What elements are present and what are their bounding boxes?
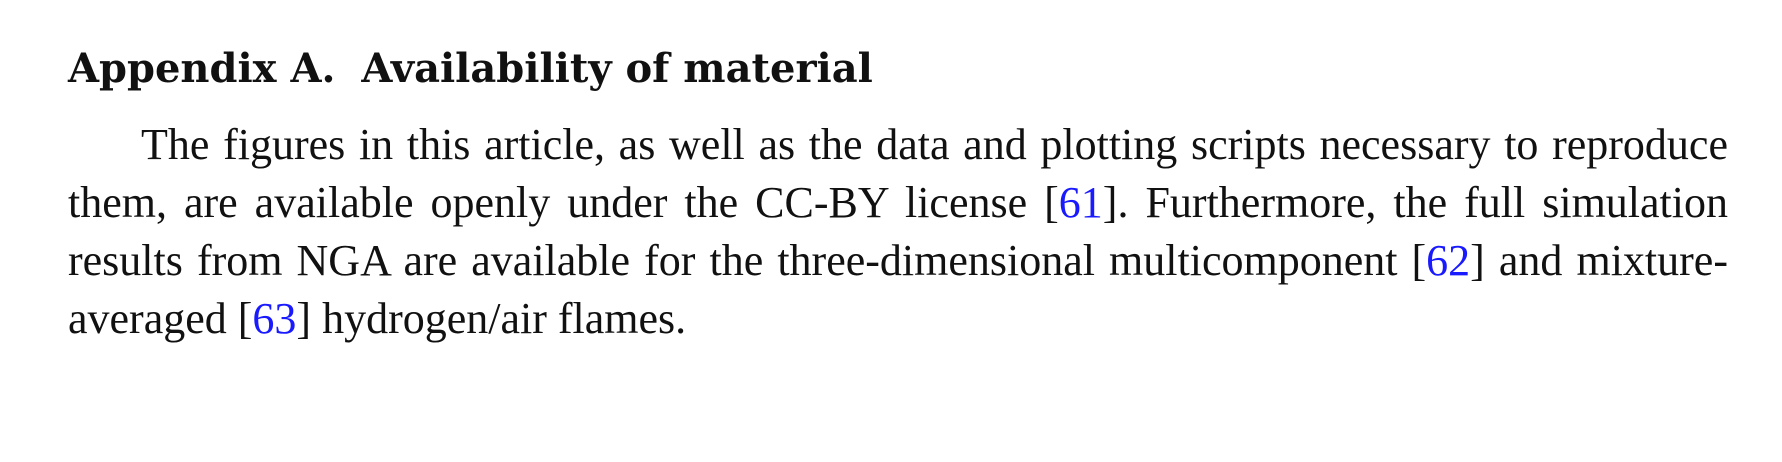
section-heading: Appendix A. Availability of material: [68, 36, 1728, 102]
citation-link-63[interactable]: 63: [252, 294, 296, 343]
paragraph-text-4: ] hydrogen/air flames.: [296, 294, 687, 343]
section-number: Appendix A.: [68, 45, 336, 92]
section-title: Availability of material: [361, 45, 873, 92]
citation-link-61[interactable]: 61: [1059, 178, 1103, 227]
body-paragraph: The figures in this article, as well as …: [68, 116, 1728, 348]
appendix-section: Appendix A. Availability of material The …: [68, 36, 1728, 348]
citation-link-62[interactable]: 62: [1426, 236, 1470, 285]
